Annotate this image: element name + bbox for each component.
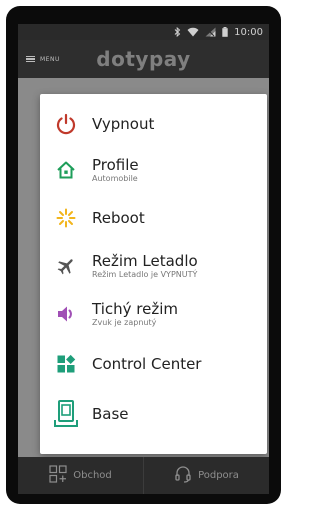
nav-podpora[interactable]: Podpora [143,457,269,494]
screen: 10:00 MENU dotypay Vypnout Profile Autom… [18,24,269,494]
airplane-icon [40,255,92,277]
base-icon [40,399,92,429]
menu-item-vypnout[interactable]: Vypnout [40,100,267,148]
menu-item-label: Tichý režim [92,300,178,318]
menu-item-tichy-rezim[interactable]: Tichý režim Zvuk je zapnutý [40,290,267,338]
status-bar: 10:00 [18,24,269,40]
menu-item-label: Vypnout [92,115,155,133]
menu-item-profile[interactable]: Profile Automobile [40,146,267,194]
nav-podpora-label: Podpora [198,470,239,481]
nav-obchod[interactable]: Obchod [18,457,143,494]
battery-icon [222,27,228,37]
menu-item-label: Profile [92,156,139,174]
bluetooth-icon [174,27,181,37]
wifi-icon [187,27,199,37]
menu-item-label: Režim Letadlo [92,252,198,270]
grid-add-icon [49,465,67,486]
power-menu-dialog: Vypnout Profile Automobile Reboot Režim … [40,94,267,454]
menu-item-rezim-letadlo[interactable]: Režim Letadlo Režim Letadlo je VYPNUTÝ [40,242,267,290]
menu-item-base[interactable]: Base [40,390,267,438]
volume-icon [40,303,92,325]
menu-item-control-center[interactable]: Control Center [40,340,267,388]
nav-obchod-label: Obchod [73,470,112,481]
home-icon [40,159,92,181]
headset-icon [174,465,192,486]
app-header: MENU dotypay [18,40,269,78]
control-center-icon [40,353,92,375]
menu-item-label: Base [92,405,129,423]
reboot-icon [40,207,92,229]
bottom-nav: Obchod Podpora [18,457,269,494]
menu-item-reboot[interactable]: Reboot [40,194,267,242]
menu-item-sublabel: Zvuk je zapnutý [92,318,157,327]
status-time: 10:00 [234,26,263,38]
signal-icon [205,27,216,37]
power-icon [40,113,92,135]
app-logo: dotypay [96,47,191,71]
device-frame: 10:00 MENU dotypay Vypnout Profile Autom… [6,6,281,504]
menu-item-label: Control Center [92,355,202,373]
menu-item-label: Reboot [92,209,145,227]
menu-item-sublabel: Automobile [92,174,138,183]
menu-item-sublabel: Režim Letadlo je VYPNUTÝ [92,270,198,279]
